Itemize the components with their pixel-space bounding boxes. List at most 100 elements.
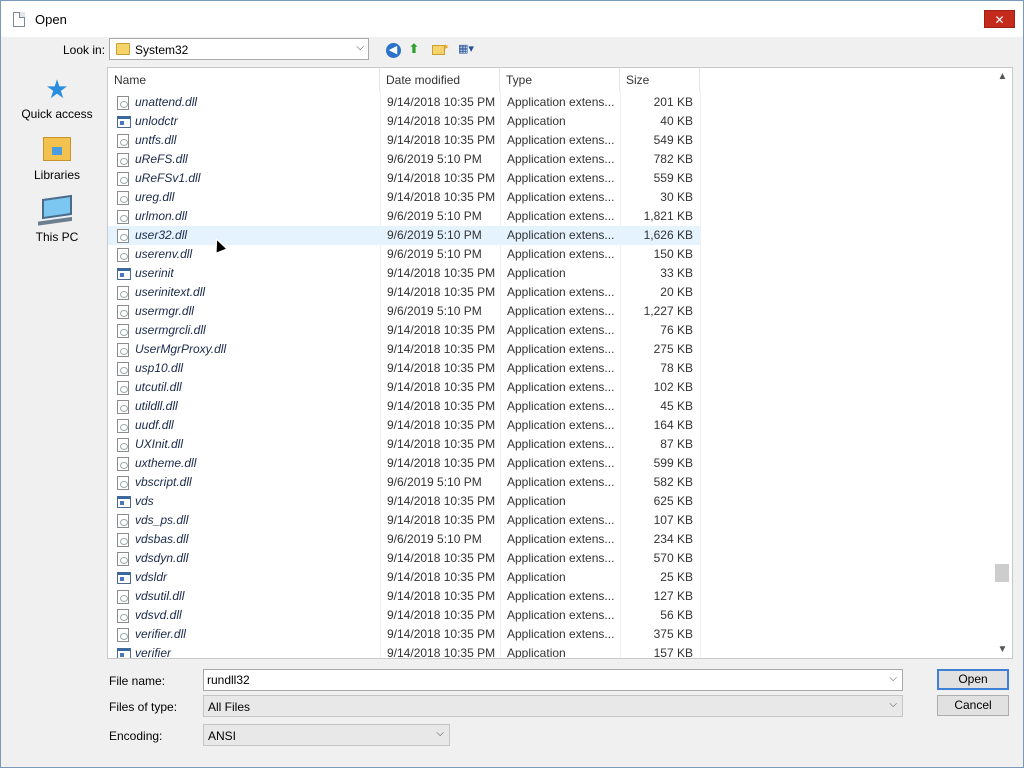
cancel-button[interactable]: Cancel (937, 695, 1009, 716)
file-name-input[interactable]: ⌵ (203, 669, 903, 691)
file-name-cell: vbscript.dll (135, 475, 192, 489)
table-row[interactable]: uudf.dll 9/14/2018 10:35 PM Application ex… (108, 416, 700, 435)
table-row[interactable]: unattend.dll 9/14/2018 10:35 PM Applicatio… (108, 93, 700, 112)
date-modified-cell: 9/14/2018 10:35 PM (387, 95, 496, 109)
file-name-cell: userenv.dll (135, 247, 193, 261)
file-name-cell: UXInit.dll (135, 437, 184, 451)
table-row[interactable]: uReFSv1.dll 9/14/2018 10:35 PM Application… (108, 169, 700, 188)
column-type[interactable]: Type (500, 68, 620, 92)
table-row[interactable]: userinitext.dll 9/14/2018 10:35 PM Applica… (108, 283, 700, 302)
file-size-cell: 25 KB (660, 570, 693, 584)
file-size-cell: 375 KB (653, 627, 693, 641)
table-row[interactable]: vdsvd.dll 9/14/2018 10:35 PM Application e… (108, 606, 700, 625)
file-name-cell: untfs.dll (135, 133, 177, 147)
place-quick-access[interactable]: ★ Quick access (9, 75, 105, 121)
table-row[interactable]: vbscript.dll 9/6/2019 5:10 PM Application … (108, 473, 700, 492)
file-type-cell: Application extens... (507, 209, 615, 223)
views-menu-icon[interactable]: ▦▾ (453, 40, 479, 60)
table-row[interactable]: userenv.dll 9/6/2019 5:10 PM Application e… (108, 245, 700, 264)
chevron-down-icon[interactable]: ⌵ (889, 673, 897, 684)
new-folder-icon[interactable] (428, 38, 450, 60)
table-row[interactable]: vdsdyn.dll 9/14/2018 10:35 PM Application … (108, 549, 700, 568)
file-type-cell: Application (507, 570, 566, 584)
file-type-cell: Application (507, 114, 566, 128)
open-button[interactable]: Open (937, 669, 1009, 690)
dll-file-icon (117, 153, 129, 167)
place-libraries[interactable]: Libraries (9, 137, 105, 182)
table-row[interactable]: userinit 9/14/2018 10:35 PM Application 33 … (108, 264, 700, 283)
column-name[interactable]: Name (108, 68, 380, 92)
scroll-thumb[interactable] (995, 564, 1009, 582)
date-modified-cell: 9/6/2019 5:10 PM (387, 247, 482, 261)
encoding-dropdown[interactable]: ANSI ⌵ (203, 724, 450, 746)
file-name-text[interactable] (204, 670, 902, 690)
place-label: Libraries (33, 168, 81, 182)
table-row[interactable]: vds_ps.dll 9/14/2018 10:35 PM Application … (108, 511, 700, 530)
table-row[interactable]: verifier.dll 9/14/2018 10:35 PM Applicatio… (108, 625, 700, 644)
close-button[interactable]: ✕ (984, 10, 1015, 28)
file-name-cell: uxtheme.dll (135, 456, 197, 470)
file-type-label: Files of type: (109, 700, 178, 714)
file-name-cell: verifier (135, 646, 172, 659)
date-modified-cell: 9/14/2018 10:35 PM (387, 342, 496, 356)
table-row[interactable]: verifier 9/14/2018 10:35 PM Application 157… (108, 644, 700, 659)
table-row[interactable]: uxtheme.dll 9/14/2018 10:35 PM Application… (108, 454, 700, 473)
table-row[interactable]: UXInit.dll 9/14/2018 10:35 PM Application … (108, 435, 700, 454)
file-size-cell: 549 KB (653, 133, 693, 147)
file-size-cell: 570 KB (653, 551, 693, 565)
file-type-cell: Application (507, 494, 566, 508)
table-row[interactable]: usermgrcli.dll 9/14/2018 10:35 PM Applicat… (108, 321, 700, 340)
table-row[interactable]: utcutil.dll 9/14/2018 10:35 PM Application… (108, 378, 700, 397)
file-size-cell: 150 KB (653, 247, 693, 261)
table-row[interactable]: vdsldr 9/14/2018 10:35 PM Application 25 KB (108, 568, 700, 587)
file-type-cell: Application extens... (507, 228, 615, 242)
back-arrow-icon[interactable]: ◀ (383, 40, 403, 60)
table-row[interactable]: uReFS.dll 9/6/2019 5:10 PM Application ext… (108, 150, 700, 169)
file-name-cell: utcutil.dll (135, 380, 182, 394)
table-row[interactable]: unlodctr 9/14/2018 10:35 PM Application 40 … (108, 112, 700, 131)
table-row[interactable]: utildll.dll 9/14/2018 10:35 PM Application… (108, 397, 700, 416)
scroll-down-icon[interactable]: ▼ (993, 641, 1012, 658)
place-this-pc[interactable]: This PC (9, 194, 105, 244)
table-row[interactable]: urlmon.dll 9/6/2019 5:10 PM Application ex… (108, 207, 700, 226)
look-in-dropdown[interactable]: System32 ⌵ (109, 38, 369, 60)
file-type-value: All Files (208, 700, 251, 714)
file-size-cell: 78 KB (660, 361, 693, 375)
table-row[interactable]: vds 9/14/2018 10:35 PM Application 625 KB (108, 492, 700, 511)
vertical-scrollbar[interactable]: ▲ ▼ (993, 68, 1012, 658)
table-row[interactable]: usermgr.dll 9/6/2019 5:10 PM Application e… (108, 302, 700, 321)
file-name-cell: vdsbas.dll (135, 532, 189, 546)
look-in-label: Look in: (63, 43, 106, 57)
application-file-icon (117, 268, 131, 280)
star-icon: ★ (45, 74, 69, 104)
folder-icon (116, 43, 130, 55)
dll-file-icon (117, 609, 129, 623)
dll-file-icon (117, 324, 129, 338)
column-date-modified[interactable]: Date modified (380, 68, 500, 92)
up-folder-icon[interactable]: ⬆ (404, 40, 424, 60)
table-row[interactable]: vdsbas.dll 9/6/2019 5:10 PM Application ex… (108, 530, 700, 549)
file-type-cell: Application extens... (507, 361, 615, 375)
table-row[interactable]: user32.dll 9/6/2019 5:10 PM Application ex… (108, 226, 700, 245)
table-row[interactable]: UserMgrProxy.dll 9/14/2018 10:35 PM Applic… (108, 340, 700, 359)
scroll-up-icon[interactable]: ▲ (993, 68, 1012, 85)
file-type-dropdown[interactable]: All Files ⌵ (203, 695, 903, 717)
file-name-cell: urlmon.dll (135, 209, 188, 223)
date-modified-cell: 9/6/2019 5:10 PM (387, 228, 482, 242)
file-size-cell: 1,227 KB (643, 304, 693, 318)
table-row[interactable]: usp10.dll 9/14/2018 10:35 PM Application e… (108, 359, 700, 378)
date-modified-cell: 9/6/2019 5:10 PM (387, 304, 482, 318)
window-title: Open (35, 12, 67, 27)
column-size[interactable]: Size (620, 68, 700, 92)
file-list[interactable]: ^ Name Date modified Type Size unattend.… (107, 67, 1013, 659)
date-modified-cell: 9/14/2018 10:35 PM (387, 456, 496, 470)
file-name-cell: uReFS.dll (135, 152, 188, 166)
date-modified-cell: 9/14/2018 10:35 PM (387, 285, 496, 299)
file-name-cell: user32.dll (135, 228, 188, 242)
table-row[interactable]: vdsutil.dll 9/14/2018 10:35 PM Application… (108, 587, 700, 606)
dll-file-icon (117, 381, 129, 395)
table-row[interactable]: untfs.dll 9/14/2018 10:35 PM Application e… (108, 131, 700, 150)
dll-file-icon (117, 400, 129, 414)
table-row[interactable]: ureg.dll 9/14/2018 10:35 PM Application ex… (108, 188, 700, 207)
file-size-cell: 20 KB (660, 285, 693, 299)
